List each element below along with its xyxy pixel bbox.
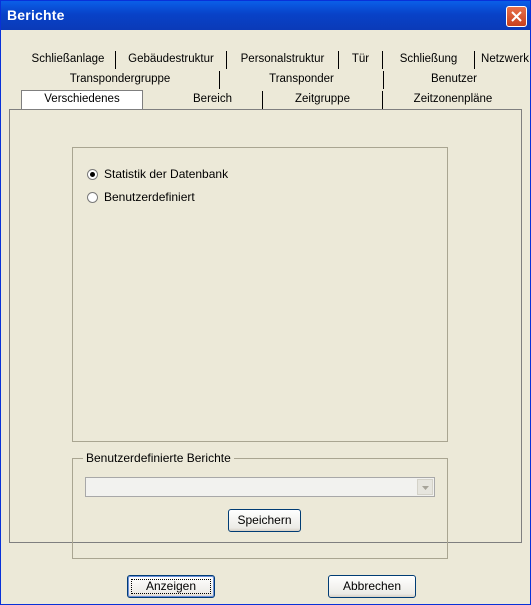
tab-schliessung[interactable]: Schließung	[383, 51, 475, 69]
title-bar[interactable]: Berichte	[1, 1, 530, 30]
tab-personalstruktur[interactable]: Personalstruktur	[227, 51, 339, 69]
tab-netzwerk[interactable]: Netzwerk	[475, 51, 531, 69]
tab-transpondergruppe[interactable]: Transpondergruppe	[21, 71, 220, 89]
custom-reports-group: Benutzerdefinierte Berichte Speichern	[72, 451, 448, 559]
radio-unchecked-icon[interactable]	[87, 191, 98, 203]
report-type-group: Statistik der Datenbank Benutzerdefinier…	[72, 147, 448, 442]
tab-zeitzonenplaene[interactable]: Zeitzonenpläne	[383, 91, 523, 109]
custom-reports-legend: Benutzerdefinierte Berichte	[83, 451, 234, 465]
radio-benutzerdefiniert[interactable]: Benutzerdefiniert	[87, 189, 195, 205]
window-title: Berichte	[7, 7, 65, 23]
close-button[interactable]	[506, 6, 527, 27]
berichte-dialog: Berichte Schließanlage Gebäudestruktur P…	[0, 0, 531, 605]
custom-report-select[interactable]	[85, 477, 435, 497]
tab-panel-verschiedenes: Statistik der Datenbank Benutzerdefinier…	[9, 109, 522, 559]
radio-statistik[interactable]: Statistik der Datenbank	[87, 166, 228, 182]
tab-zeitgruppe[interactable]: Zeitgruppe	[263, 91, 383, 109]
radio-statistik-label: Statistik der Datenbank	[104, 167, 229, 181]
tab-tuer[interactable]: Tür	[339, 51, 383, 69]
tab-verschiedenes[interactable]: Verschiedenes	[21, 90, 143, 110]
cancel-button[interactable]: Abbrechen	[328, 575, 416, 598]
chevron-down-icon	[422, 486, 429, 490]
radio-benutzerdefiniert-label: Benutzerdefiniert	[104, 190, 195, 204]
tab-bereich[interactable]: Bereich	[163, 91, 263, 109]
tab-gebaeudestruktur[interactable]: Gebäudestruktur	[116, 51, 227, 69]
tab-benutzer[interactable]: Benutzer	[384, 71, 524, 89]
dropdown-button[interactable]	[417, 479, 433, 495]
tab-schliessanlage[interactable]: Schließanlage	[21, 51, 116, 69]
show-button[interactable]: Anzeigen	[127, 575, 215, 598]
radio-checked-icon[interactable]	[87, 168, 98, 180]
show-button-label: Anzeigen	[145, 579, 197, 593]
close-icon	[511, 11, 522, 22]
tab-transponder[interactable]: Transponder	[220, 71, 384, 89]
save-button[interactable]: Speichern	[228, 509, 301, 532]
